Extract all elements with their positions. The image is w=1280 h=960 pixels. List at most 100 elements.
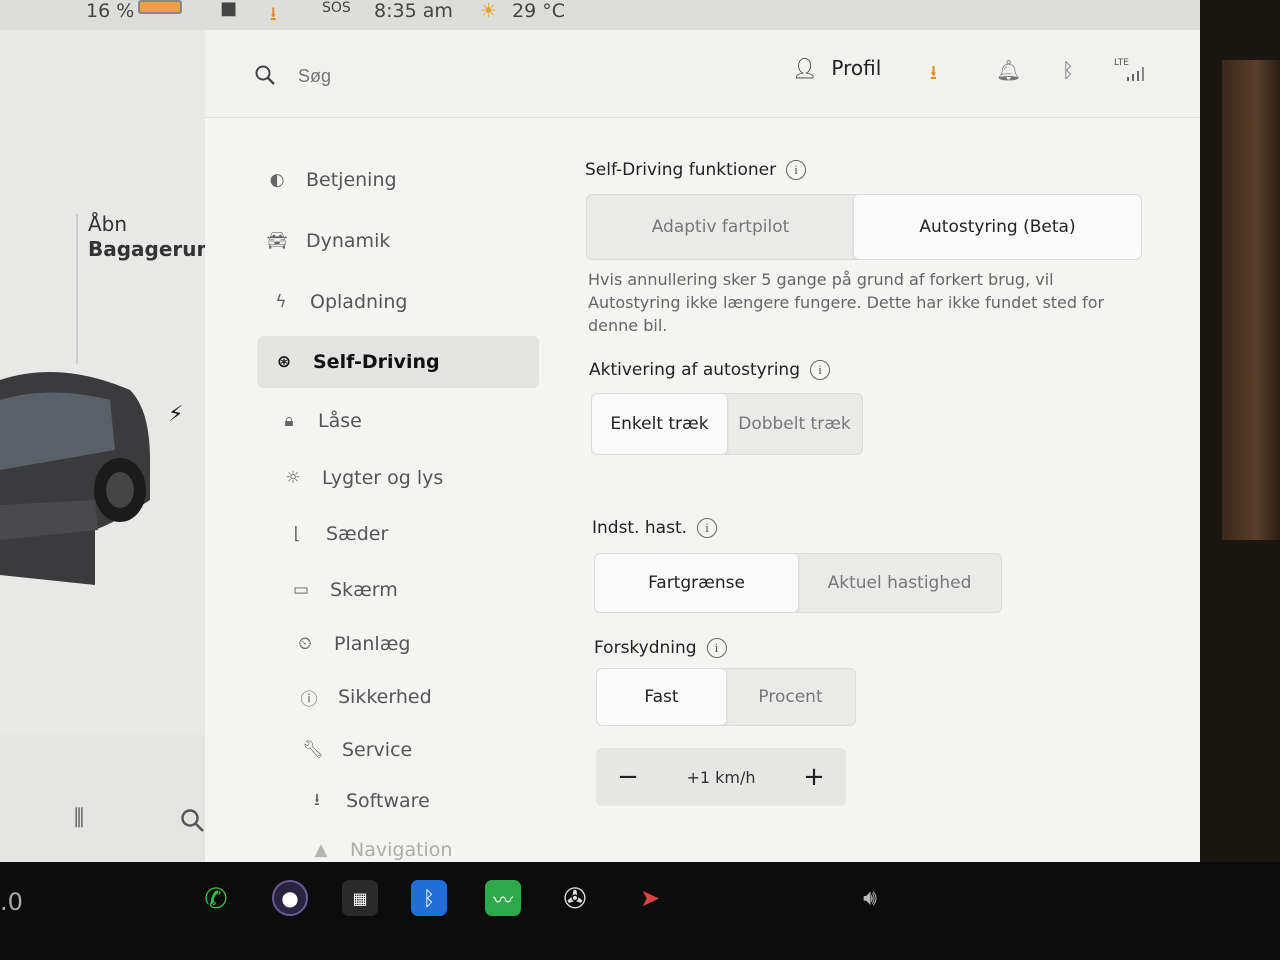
car-icon: 🚘︎	[266, 231, 288, 251]
energy-app-icon[interactable]: 〰	[485, 880, 521, 916]
activation-selector[interactable]: Enkelt træk Dobbelt træk	[591, 393, 863, 455]
info-icon[interactable]: i	[786, 160, 807, 180]
charge-port-icon[interactable]: ⚡	[168, 402, 183, 427]
download-icon[interactable]: ⭳	[930, 58, 937, 92]
profile-button[interactable]: 👤︎ Profil	[792, 56, 881, 80]
volume-icon[interactable]: 🔊︎	[852, 880, 888, 916]
cellular-signal-icon	[1127, 67, 1144, 81]
search-input[interactable]	[298, 62, 498, 90]
sidebar-item-label: Lygter og lys	[322, 467, 444, 489]
status-bar: 16 % ■ ⭳ SOS 8:35 am ☀ 29 °C	[0, 0, 1200, 30]
open-trunk-button[interactable]: Åbn Bagagerum	[88, 212, 217, 262]
sidebar-item-label: Opladning	[310, 291, 408, 313]
sidebar-item-label: Planlæg	[334, 633, 411, 655]
clock-icon: ⏲︎	[298, 634, 312, 654]
sidebar-item-label: Låse	[318, 410, 362, 432]
person-icon: 👤︎	[792, 56, 818, 80]
speed-display: .0	[0, 888, 23, 916]
sidebar-item-label: Sæder	[326, 523, 389, 545]
trunk-label-line2: Bagagerum	[88, 237, 218, 261]
trunk-label-line1: Åbn	[88, 212, 128, 236]
sidebar-item-planlaeg[interactable]: ⏲︎ Planlæg	[294, 618, 574, 670]
steering-wheel-icon: ⊛	[276, 352, 292, 372]
sidebar-item-service[interactable]: 🔧︎ Service	[302, 724, 582, 776]
phone-icon[interactable]: ✆	[198, 880, 234, 916]
lock-status-icon: ■	[220, 0, 238, 19]
navigation-icon: ▲	[314, 840, 328, 860]
bluetooth-icon[interactable]: ᛒ	[1062, 58, 1074, 82]
controls-icon[interactable]: ⫼	[74, 806, 84, 831]
self-driving-mode-selector[interactable]: Adaptiv fartpilot Autostyring (Beta)	[586, 194, 1142, 260]
alert-icon: ⓘ	[300, 689, 318, 710]
offset-type-selector[interactable]: Fast Procent	[596, 668, 856, 726]
battery-icon	[138, 0, 182, 14]
calendar-icon[interactable]: ▦	[342, 880, 378, 916]
option-percent[interactable]: Procent	[726, 669, 855, 725]
increase-button[interactable]: +	[802, 762, 826, 792]
sidebar-item-label: Skærm	[330, 579, 398, 601]
option-single-pull[interactable]: Enkelt træk	[592, 394, 727, 454]
section-title: Aktivering af autostyring	[589, 360, 800, 380]
sos-label: SOS	[322, 0, 351, 16]
option-fixed[interactable]: Fast	[597, 669, 726, 725]
profile-label: Profil	[831, 56, 882, 80]
option-double-pull[interactable]: Dobbelt træk	[727, 394, 862, 454]
offset-stepper: − +1 km/h +	[596, 748, 846, 806]
display-icon: ▭	[292, 580, 310, 600]
fan-icon[interactable]: ✇	[557, 880, 593, 916]
offset-title: Forskydning i	[594, 638, 727, 658]
sun-icon: ☼	[285, 468, 301, 488]
self-driving-title: Self-Driving funktioner i	[585, 160, 807, 180]
outside-temperature: 29 °C	[512, 0, 565, 22]
sidebar-item-sikkerhed[interactable]: ⓘ Sikkerhed	[298, 671, 578, 723]
sidebar-item-label: Self-Driving	[313, 351, 440, 373]
sidebar-item-label: Software	[346, 790, 430, 812]
sidebar-item-opladning[interactable]: ϟ Opladning	[270, 276, 550, 328]
sidebar-item-self-driving[interactable]: ⊛ Self-Driving	[257, 336, 539, 388]
search-icon[interactable]	[180, 808, 206, 834]
sidebar-item-lygter[interactable]: ☼ Lygter og lys	[282, 452, 562, 504]
sidebar-item-software[interactable]: ⭳ Software	[306, 775, 586, 827]
sun-icon: ☀	[480, 0, 498, 22]
dashboard-trim	[1222, 60, 1280, 540]
info-icon[interactable]: i	[697, 518, 718, 538]
camera-icon[interactable]: ●	[272, 880, 308, 916]
search-icon[interactable]	[254, 64, 276, 86]
seat-icon: ⌊	[293, 524, 301, 544]
option-speed-limit[interactable]: Fartgrænse	[595, 554, 798, 612]
bluetooth-icon[interactable]: ᛒ	[411, 880, 447, 916]
activation-title: Aktivering af autostyring i	[589, 360, 830, 380]
notification-bell-icon[interactable]: 🔔︎	[996, 58, 1021, 82]
sidebar-item-dynamik[interactable]: 🚘︎ Dynamik	[266, 215, 546, 267]
clock: 8:35 am	[374, 0, 453, 22]
autosteer-description: Hvis annullering sker 5 gange på grund a…	[588, 270, 1105, 335]
sidebar-item-skaerm[interactable]: ▭ Skærm	[290, 564, 570, 616]
battery-percent: 16 %	[86, 0, 135, 22]
sidebar-item-label: Navigation	[350, 839, 453, 861]
navigation-app-icon[interactable]: ➤	[632, 880, 668, 916]
sidebar-item-laase[interactable]: 🔒︎ Låse	[278, 395, 558, 447]
decrease-button[interactable]: −	[616, 762, 640, 792]
download-status-icon: ⭳	[270, 3, 277, 25]
sidebar-item-saeder[interactable]: ⌊ Sæder	[286, 508, 566, 560]
lock-icon: 🔒︎	[284, 411, 294, 431]
info-icon[interactable]: i	[706, 638, 727, 658]
sidebar-item-betjening[interactable]: ◐ Betjening	[262, 154, 542, 206]
section-title: Indst. hast.	[592, 518, 688, 538]
sidebar-item-label: Betjening	[306, 169, 397, 191]
set-speed-title: Indst. hast. i	[592, 518, 718, 538]
car-image	[0, 372, 150, 585]
section-title: Forskydning	[594, 638, 697, 658]
trunk-pointer-line	[76, 214, 78, 364]
sidebar-item-label: Sikkerhed	[338, 686, 432, 708]
sidebar-item-label: Service	[342, 739, 413, 761]
offset-value: +1 km/h	[686, 767, 756, 787]
option-current-speed[interactable]: Aktuel hastighed	[798, 554, 1001, 612]
info-icon[interactable]: i	[810, 360, 830, 380]
toggle-icon: ◐	[269, 170, 285, 190]
section-title: Self-Driving funktioner	[585, 160, 777, 180]
set-speed-selector[interactable]: Fartgrænse Aktuel hastighed	[594, 553, 1002, 613]
option-adaptive-cruise[interactable]: Adaptiv fartpilot	[587, 195, 854, 259]
wrench-icon: 🔧︎	[302, 740, 324, 760]
option-autosteer-beta[interactable]: Autostyring (Beta)	[854, 195, 1141, 259]
